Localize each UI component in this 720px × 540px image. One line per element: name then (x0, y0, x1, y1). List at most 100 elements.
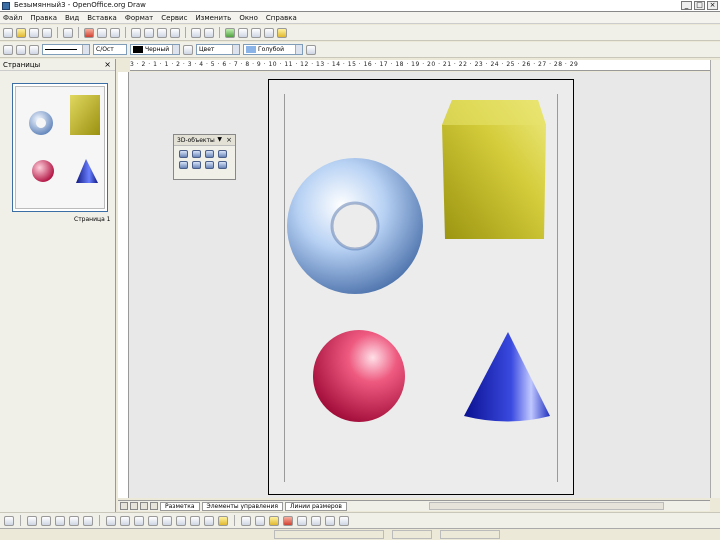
copy-icon[interactable] (144, 27, 154, 38)
toolbar-separator (20, 515, 21, 526)
torus-shape[interactable] (287, 158, 423, 294)
shell-icon[interactable] (205, 161, 214, 169)
select-arrow-icon[interactable] (4, 515, 14, 526)
menu-view[interactable]: Вид (65, 14, 79, 22)
area-icon[interactable] (183, 44, 193, 55)
flowchart-icon[interactable] (190, 515, 200, 526)
glue-points-icon[interactable] (255, 515, 265, 526)
close-button[interactable]: × (707, 1, 718, 10)
export-pdf-icon[interactable] (84, 27, 94, 38)
sphere-icon[interactable] (192, 150, 201, 158)
chart-icon[interactable] (238, 27, 248, 38)
styles-icon[interactable] (3, 44, 13, 55)
cut-icon[interactable] (131, 27, 141, 38)
line-style-select[interactable] (42, 44, 90, 55)
line-tool-icon[interactable] (27, 515, 37, 526)
menu-file[interactable]: Файл (3, 14, 22, 22)
area-style-select[interactable]: Цвет (196, 44, 240, 55)
menu-format[interactable]: Формат (125, 14, 153, 22)
last-tab-button[interactable] (150, 502, 158, 510)
shadow-icon[interactable] (306, 44, 316, 55)
extrusion-icon[interactable] (339, 515, 349, 526)
fill-color-select[interactable]: Голубой (243, 44, 303, 55)
from-file-icon[interactable] (283, 515, 293, 526)
menu-edit[interactable]: Правка (30, 14, 57, 22)
redo-icon[interactable] (204, 27, 214, 38)
callouts-icon[interactable] (204, 515, 214, 526)
next-tab-button[interactable] (140, 502, 148, 510)
pages-panel-title: Страницы (0, 59, 115, 71)
horizontal-scrollbar[interactable] (428, 502, 664, 510)
menu-modify[interactable]: Изменить (195, 14, 231, 22)
undo-icon[interactable] (191, 27, 201, 38)
print-icon[interactable] (97, 27, 107, 38)
horizontal-ruler: 3 · 2 · 1 · 1 · 2 · 3 · 4 · 5 · 6 · 7 · … (130, 60, 710, 71)
vertical-scrollbar[interactable] (710, 60, 720, 498)
line-width-field[interactable]: С/Ост (93, 44, 127, 55)
fontwork-icon[interactable] (269, 515, 279, 526)
symbol-shapes-icon[interactable] (162, 515, 172, 526)
menu-help[interactable]: Справка (266, 14, 297, 22)
line-color-select[interactable]: Черный (130, 44, 180, 55)
first-tab-button[interactable] (120, 502, 128, 510)
cone-icon[interactable] (218, 150, 227, 158)
prev-tab-button[interactable] (130, 502, 138, 510)
save-icon[interactable] (29, 27, 39, 38)
stars-icon[interactable] (218, 515, 228, 526)
color-swatch (246, 46, 256, 53)
pyramid-icon[interactable] (179, 161, 188, 169)
maximize-button[interactable]: □ (694, 1, 705, 10)
torus-icon[interactable] (192, 161, 201, 169)
window-title: Безымянный3 - OpenOffice.org Draw (14, 1, 146, 9)
menu-bar: Файл Правка Вид Вставка Формат Сервис Из… (0, 12, 720, 24)
tab-controls[interactable]: Элементы управления (201, 501, 283, 511)
title-bar: Безымянный3 - OpenOffice.org Draw _ □ × (0, 0, 720, 12)
page-thumbnail[interactable] (12, 83, 108, 212)
edit-file-icon[interactable] (63, 27, 73, 38)
block-arrows-icon[interactable] (176, 515, 186, 526)
menu-insert[interactable]: Вставка (87, 14, 117, 22)
half-sphere-icon[interactable] (218, 161, 227, 169)
curve-icon[interactable] (106, 515, 116, 526)
arrow-style-icon[interactable] (29, 44, 39, 55)
ellipse-icon[interactable] (69, 515, 79, 526)
chevron-down-icon[interactable]: ▼ (217, 136, 222, 143)
lines-arrows-icon[interactable] (134, 515, 144, 526)
points-icon[interactable] (241, 515, 251, 526)
email-icon[interactable] (42, 27, 52, 38)
cube-shape[interactable] (442, 100, 546, 239)
help-icon[interactable] (277, 27, 287, 38)
spellcheck-icon[interactable] (110, 27, 120, 38)
table-icon[interactable] (251, 27, 261, 38)
close-icon[interactable]: × (104, 60, 111, 69)
gallery-icon[interactable] (225, 27, 235, 38)
tab-layout[interactable]: Разметка (160, 501, 200, 511)
open-icon[interactable] (16, 27, 26, 38)
tab-dimension-lines[interactable]: Линии размеров (284, 501, 347, 511)
cube-icon[interactable] (179, 150, 188, 158)
sphere-shape[interactable] (313, 330, 405, 422)
menu-window[interactable]: Окно (239, 14, 258, 22)
arrange-icon[interactable] (325, 515, 335, 526)
format-paintbrush-icon[interactable] (170, 27, 180, 38)
3d-objects-toolbar[interactable]: 3D-объекты ▼ × (173, 134, 236, 180)
connector-icon[interactable] (120, 515, 130, 526)
display-grid-icon[interactable] (264, 27, 274, 38)
line-icon[interactable] (16, 44, 26, 55)
arrow-line-icon[interactable] (41, 515, 51, 526)
close-icon[interactable]: × (226, 136, 232, 144)
menu-tools[interactable]: Сервис (161, 14, 187, 22)
rotate-icon[interactable] (297, 515, 307, 526)
text-tool-icon[interactable] (83, 515, 93, 526)
toolbar-separator (78, 27, 79, 38)
toolbar-separator (99, 515, 100, 526)
basic-shapes-icon[interactable] (148, 515, 158, 526)
new-icon[interactable] (3, 27, 13, 38)
rectangle-icon[interactable] (55, 515, 65, 526)
cone-shape[interactable] (464, 332, 550, 422)
align-icon[interactable] (311, 515, 321, 526)
thumbnail-preview (29, 95, 100, 183)
minimize-button[interactable]: _ (681, 1, 692, 10)
paste-icon[interactable] (157, 27, 167, 38)
cylinder-icon[interactable] (205, 150, 214, 158)
